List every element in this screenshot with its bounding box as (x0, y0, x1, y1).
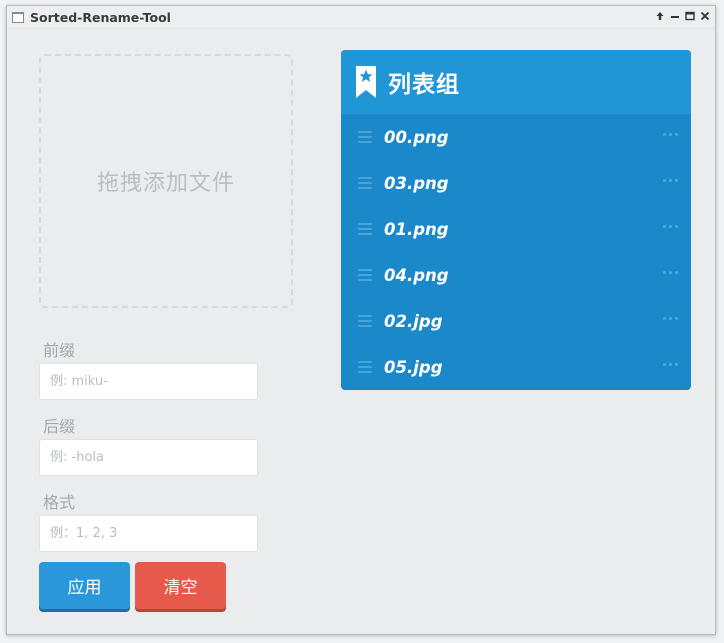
drag-handle-icon[interactable] (358, 315, 372, 327)
list-item-label: 00.png (384, 127, 449, 147)
window-title: Sorted-Rename-Tool (30, 9, 171, 25)
list-item[interactable]: 03.png (341, 160, 691, 206)
file-list: 00.png 03.png 01.png 04.png 02.jpg 05.jpg (341, 114, 691, 390)
bookmark-star-icon (356, 66, 376, 98)
list-group-title: 列表组 (388, 72, 460, 98)
drag-handle-icon[interactable] (358, 131, 372, 143)
format-label: 格式 (43, 493, 76, 512)
list-item-label: 02.jpg (384, 311, 443, 331)
drag-handle-icon[interactable] (358, 223, 372, 235)
list-group-header: 列表组 (341, 50, 691, 114)
clear-button[interactable]: 清空 (135, 562, 226, 609)
list-item-label: 04.png (384, 265, 449, 285)
more-options-icon[interactable] (663, 133, 678, 136)
minimize-icon[interactable] (669, 10, 681, 22)
more-options-icon[interactable] (663, 179, 678, 182)
list-item-label: 01.png (384, 219, 449, 239)
drag-handle-icon[interactable] (358, 361, 372, 373)
suffix-input[interactable] (39, 439, 258, 476)
list-item[interactable]: 01.png (341, 206, 691, 252)
list-item[interactable]: 04.png (341, 252, 691, 298)
app-window: Sorted-Rename-Tool 拖拽添加文件 前缀 后缀 格式 应用 清空 (6, 5, 716, 635)
maximize-icon[interactable] (684, 10, 696, 22)
pin-icon[interactable] (654, 10, 666, 22)
list-item-label: 03.png (384, 173, 449, 193)
title-bar[interactable]: Sorted-Rename-Tool (7, 6, 715, 29)
prefix-label: 前缀 (43, 341, 76, 360)
prefix-input[interactable] (39, 363, 258, 400)
more-options-icon[interactable] (663, 271, 678, 274)
list-item[interactable]: 05.jpg (341, 344, 691, 390)
more-options-icon[interactable] (663, 225, 678, 228)
close-icon[interactable] (699, 10, 711, 22)
more-options-icon[interactable] (663, 363, 678, 366)
list-item[interactable]: 02.jpg (341, 298, 691, 344)
apply-button[interactable]: 应用 (39, 562, 130, 609)
suffix-label: 后缀 (43, 417, 76, 436)
drag-handle-icon[interactable] (358, 177, 372, 189)
window-icon (12, 11, 24, 23)
window-controls (654, 10, 711, 22)
file-drop-zone[interactable]: 拖拽添加文件 (39, 54, 293, 308)
list-item[interactable]: 00.png (341, 114, 691, 160)
more-options-icon[interactable] (663, 317, 678, 320)
list-group-panel: 列表组 00.png 03.png 01.png 04.png 02.jpg 05.jpg (341, 50, 691, 390)
list-item-label: 05.jpg (384, 357, 443, 377)
drop-zone-text: 拖拽添加文件 (96, 171, 235, 196)
drag-handle-icon[interactable] (358, 269, 372, 281)
format-input[interactable] (39, 515, 258, 552)
